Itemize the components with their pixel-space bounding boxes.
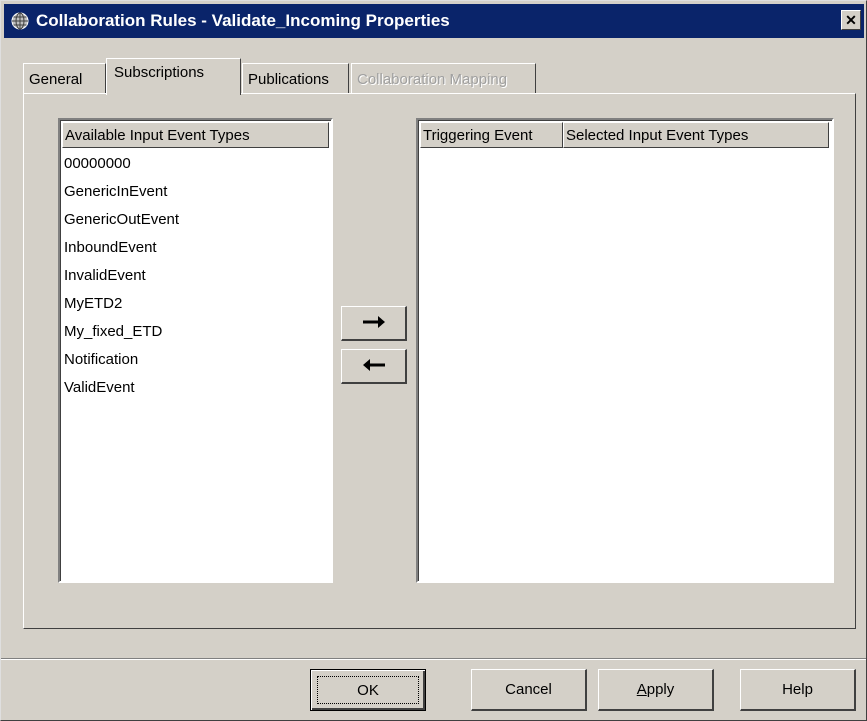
available-event-types-list[interactable]: Available Input Event Types 00000000 Gen… <box>58 118 333 583</box>
list-item[interactable]: GenericOutEvent <box>62 206 329 234</box>
selected-event-types-list[interactable]: Triggering Event Selected Input Event Ty… <box>416 118 834 583</box>
list-item[interactable]: InboundEvent <box>62 234 329 262</box>
tab-collaboration-mapping-label: Collaboration Mapping <box>357 70 508 88</box>
footer-divider <box>1 658 866 660</box>
selected-event-types-header[interactable]: Selected Input Event Types <box>563 122 829 148</box>
tab-subscriptions[interactable]: Subscriptions <box>106 58 241 95</box>
list-item[interactable]: My_fixed_ETD <box>62 318 329 346</box>
triggering-event-header[interactable]: Triggering Event <box>420 122 563 148</box>
arrow-left-icon <box>362 358 385 375</box>
properties-dialog: Collaboration Rules - Validate_Incoming … <box>0 0 867 721</box>
close-icon: ✕ <box>845 12 857 28</box>
globe-icon <box>10 11 30 31</box>
list-item[interactable]: ValidEvent <box>62 374 329 402</box>
available-event-types-header[interactable]: Available Input Event Types <box>62 122 329 148</box>
tab-general-label: General <box>29 70 83 88</box>
tab-general[interactable]: General <box>23 63 106 94</box>
tab-publications-label: Publications <box>248 70 329 88</box>
add-event-button[interactable] <box>341 306 407 341</box>
tab-publications[interactable]: Publications <box>242 63 349 94</box>
title-bar[interactable]: Collaboration Rules - Validate_Incoming … <box>4 4 864 38</box>
list-item[interactable]: Notification <box>62 346 329 374</box>
apply-accelerator: A <box>636 681 647 698</box>
tab-collaboration-mapping[interactable]: Collaboration Mapping <box>351 63 536 94</box>
cancel-button-label: Cancel <box>505 681 552 698</box>
window-title: Collaboration Rules - Validate_Incoming … <box>36 11 450 30</box>
list-item[interactable]: MyETD2 <box>62 290 329 318</box>
list-item[interactable]: InvalidEvent <box>62 262 329 290</box>
remove-event-button[interactable] <box>341 349 407 384</box>
list-item[interactable]: 00000000 <box>62 150 329 178</box>
list-item[interactable]: GenericInEvent <box>62 178 329 206</box>
ok-button[interactable]: OK <box>310 669 426 711</box>
help-button[interactable]: Help <box>740 669 856 711</box>
help-button-label: Help <box>782 681 813 698</box>
apply-button[interactable]: Apply <box>598 669 714 711</box>
available-event-types-items: 00000000 GenericInEvent GenericOutEvent … <box>62 150 329 402</box>
cancel-button[interactable]: Cancel <box>471 669 587 711</box>
focus-rectangle <box>317 676 419 704</box>
apply-rest: pply <box>646 681 675 698</box>
apply-button-label: Apply <box>637 681 675 698</box>
arrow-right-icon <box>362 315 385 332</box>
close-button[interactable]: ✕ <box>841 10 861 30</box>
tab-subscriptions-label: Subscriptions <box>114 64 205 81</box>
